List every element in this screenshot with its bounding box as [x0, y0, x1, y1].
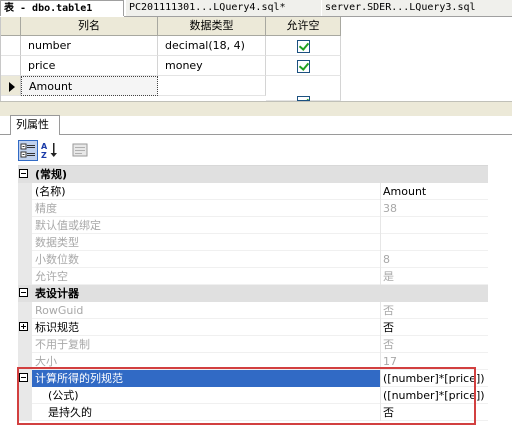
categorized-icon — [20, 143, 35, 158]
tab-column-properties[interactable]: 列属性 — [10, 115, 60, 135]
property-value[interactable]: 否 — [381, 302, 488, 319]
data-type-cell[interactable]: decimal(18, 4) — [158, 36, 266, 56]
property-value[interactable]: 否 — [381, 319, 488, 336]
current-row-arrow-icon — [9, 82, 15, 92]
property-row-data-type[interactable]: 数据类型 — [18, 234, 488, 251]
property-value[interactable]: 否 — [381, 336, 488, 353]
property-label: 精度 — [32, 200, 381, 217]
svg-text:A: A — [41, 142, 48, 151]
row-gutter — [18, 404, 32, 421]
property-value[interactable]: 是 — [381, 268, 488, 285]
property-value[interactable]: Amount — [381, 183, 488, 200]
sort-alphabetical-button[interactable]: A Z — [40, 140, 60, 161]
property-label: 是持久的 — [32, 404, 381, 421]
property-pages-button[interactable] — [70, 140, 90, 161]
property-label: 标识规范 — [32, 319, 381, 336]
category-label: 表设计器 — [35, 287, 79, 300]
category-general[interactable]: (常规) — [18, 166, 488, 183]
data-type-cell[interactable] — [158, 76, 266, 96]
header-data-type[interactable]: 数据类型 — [158, 17, 266, 36]
row-selector[interactable] — [1, 56, 21, 76]
tab-table-designer[interactable]: 表 - dbo.table1 — [0, 0, 124, 16]
property-label: 计算所得的列规范 — [32, 370, 381, 387]
category-label: (常规) — [35, 168, 68, 181]
row-gutter — [18, 336, 32, 353]
property-label: 不用于复制 — [32, 336, 381, 353]
row-gutter — [18, 353, 32, 370]
table-designer-window: 表 - dbo.table1 PC201111301...LQuery4.sql… — [0, 0, 512, 431]
allow-null-checkbox[interactable] — [297, 40, 310, 53]
property-row-precision[interactable]: 精度 38 — [18, 200, 488, 217]
property-value[interactable]: 8 — [381, 251, 488, 268]
collapse-icon[interactable] — [19, 373, 28, 382]
property-row-scale[interactable]: 小数位数 8 — [18, 251, 488, 268]
property-row-is-persisted[interactable]: 是持久的 否 — [18, 404, 488, 421]
row-gutter — [18, 217, 32, 234]
header-column-name[interactable]: 列名 — [21, 17, 158, 36]
column-name-cell-editing[interactable]: Amount — [21, 76, 158, 96]
property-grid: (常规) (名称) Amount 精度 38 默认值或绑定 数据类型 小数位数 … — [18, 165, 488, 431]
property-label: (公式) — [32, 387, 381, 404]
property-value[interactable]: 17 — [381, 353, 488, 370]
property-value[interactable]: ([number]*[price]) — [381, 370, 488, 387]
collapse-icon[interactable] — [19, 288, 28, 297]
allow-null-checkbox[interactable] — [297, 60, 310, 73]
row-gutter — [18, 183, 32, 200]
row-gutter — [18, 302, 32, 319]
svg-text:Z: Z — [41, 151, 47, 160]
column-grid-table: 列名 数据类型 允许空 number decimal(18, 4) price … — [0, 17, 341, 101]
property-row-default-value[interactable]: 默认值或绑定 — [18, 217, 488, 234]
property-label: 默认值或绑定 — [32, 217, 381, 234]
categorized-button[interactable] — [18, 140, 38, 161]
column-name-cell[interactable]: price — [21, 56, 158, 76]
property-label: (名称) — [32, 183, 381, 200]
property-row-allow-null[interactable]: 允许空 是 — [18, 268, 488, 285]
property-label: 大小 — [32, 353, 381, 370]
tab-query4[interactable]: PC201111301...LQuery4.sql* — [126, 0, 321, 16]
column-grid: 列名 数据类型 允许空 number decimal(18, 4) price … — [0, 17, 512, 101]
header-allow-null[interactable]: 允许空 — [266, 17, 341, 36]
property-row-formula[interactable]: (公式) ([number]*[price]) — [18, 387, 488, 404]
collapse-icon[interactable] — [19, 169, 28, 178]
property-row-size[interactable]: 大小 17 — [18, 353, 488, 370]
row-gutter — [18, 234, 32, 251]
property-row-name[interactable]: (名称) Amount — [18, 183, 488, 200]
property-value[interactable]: 38 — [381, 200, 488, 217]
pane-splitter[interactable] — [0, 101, 512, 116]
formula-value[interactable]: ([number]*[price]) — [381, 387, 488, 404]
row-gutter — [18, 200, 32, 217]
property-value[interactable] — [381, 234, 488, 251]
property-label: 允许空 — [32, 268, 381, 285]
property-label: 小数位数 — [32, 251, 381, 268]
property-row-computed-column-spec[interactable]: 计算所得的列规范 ([number]*[price]) — [18, 370, 488, 387]
data-type-cell[interactable]: money — [158, 56, 266, 76]
property-row-rowguid[interactable]: RowGuid 否 — [18, 302, 488, 319]
sort-az-icon: A Z — [41, 142, 57, 160]
tab-query3[interactable]: server.SDER...LQuery3.sql — [322, 0, 512, 16]
row-gutter — [18, 268, 32, 285]
column-name-cell[interactable]: number — [21, 36, 158, 56]
row-selector-current[interactable] — [1, 76, 21, 96]
category-table-designer[interactable]: 表设计器 — [18, 285, 488, 302]
property-row-identity-spec[interactable]: 标识规范 否 — [18, 319, 488, 336]
row-gutter — [18, 251, 32, 268]
property-value[interactable] — [381, 217, 488, 234]
row-gutter — [18, 387, 32, 404]
row-selector-header — [1, 17, 21, 36]
property-pages-icon — [72, 143, 88, 157]
property-label: RowGuid — [32, 302, 381, 319]
property-label: 数据类型 — [32, 234, 381, 251]
row-selector[interactable] — [1, 36, 21, 56]
property-toolbar: A Z — [18, 140, 488, 164]
property-value[interactable]: 否 — [381, 404, 488, 421]
expand-icon[interactable] — [19, 322, 28, 331]
property-row-not-for-replication[interactable]: 不用于复制 否 — [18, 336, 488, 353]
